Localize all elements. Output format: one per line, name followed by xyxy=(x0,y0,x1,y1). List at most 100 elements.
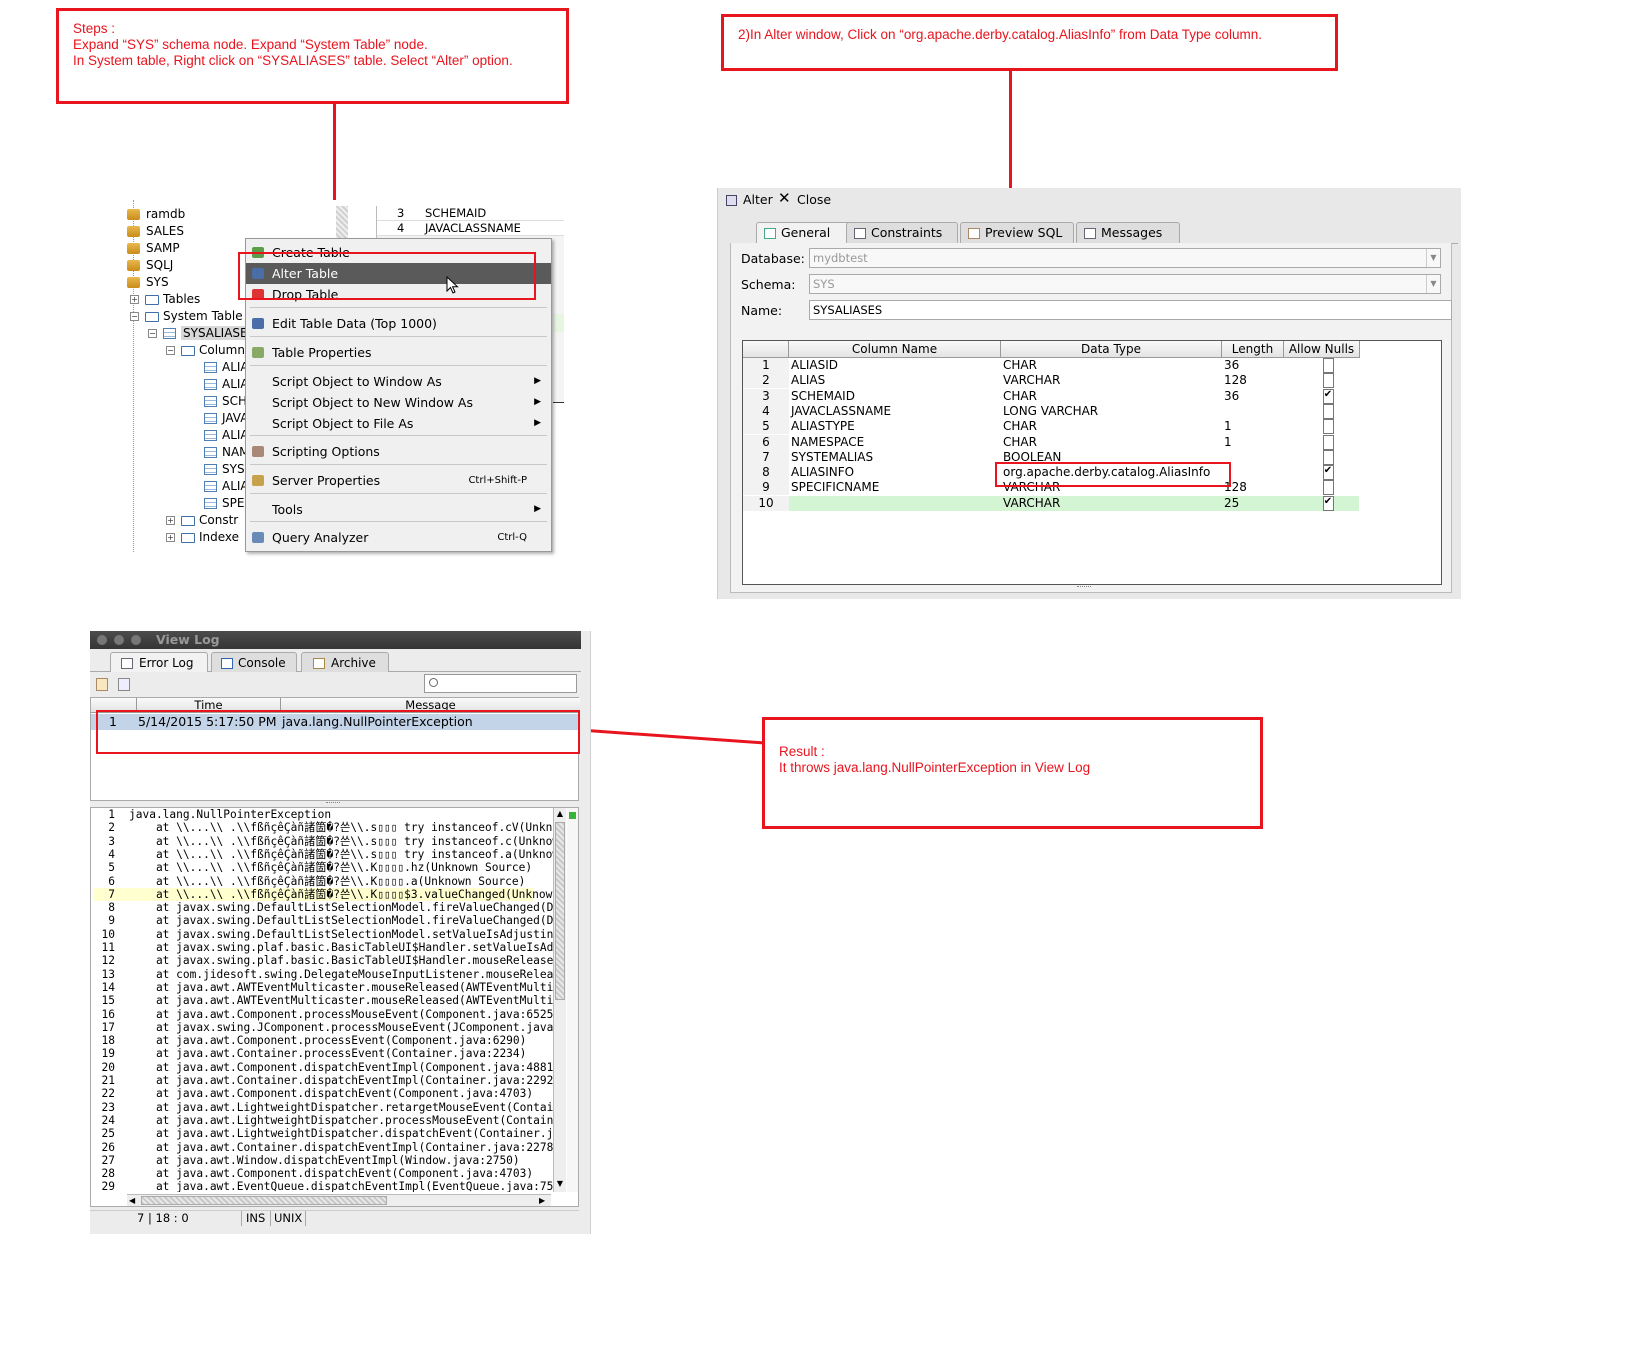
grid-cell-datatype[interactable]: VARCHAR xyxy=(1002,373,1222,388)
tree-node[interactable]: SPE xyxy=(204,495,244,512)
tree-node[interactable]: − SYSALIASE xyxy=(148,325,250,342)
allow-nulls-checkbox[interactable]: ✔ xyxy=(1322,388,1334,404)
grid-cell-column-name[interactable]: ALIASID xyxy=(790,358,1001,373)
grid-cell-length[interactable] xyxy=(1223,465,1284,480)
resize-grip[interactable] xyxy=(1077,586,1091,590)
grid-row[interactable]: 2 ALIAS VARCHAR 128 xyxy=(743,373,1359,389)
grid-cell-datatype[interactable]: CHAR xyxy=(1002,389,1222,404)
tree-node[interactable]: − Column xyxy=(166,342,245,359)
splitter-grip[interactable] xyxy=(326,802,340,805)
menu-item-scripting-options[interactable]: Scripting Options xyxy=(246,441,551,462)
copy-icon[interactable] xyxy=(118,678,130,691)
allow-nulls-checkbox[interactable] xyxy=(1322,358,1334,373)
scroll-left-arrow-icon[interactable]: ◀ xyxy=(129,1195,135,1206)
grid-cell-datatype[interactable]: VARCHAR xyxy=(1002,496,1222,511)
menu-item-server-properties[interactable]: Server Properties Ctrl+Shift-P xyxy=(246,470,551,491)
collapse-icon[interactable]: − xyxy=(166,346,175,355)
menu-item-table-properties[interactable]: Table Properties xyxy=(246,342,551,363)
editor-vertical-scrollbar[interactable]: ▲ ▼ xyxy=(553,808,566,1192)
scroll-up-arrow-icon[interactable]: ▲ xyxy=(554,808,566,820)
close-button[interactable]: Close xyxy=(797,192,831,207)
tree-node[interactable]: ALIA xyxy=(204,376,249,393)
window-close-icon[interactable] xyxy=(97,635,107,645)
grid-cell-column-name[interactable]: JAVACLASSNAME xyxy=(790,404,1001,419)
allow-nulls-checkbox[interactable] xyxy=(1322,373,1334,389)
tree-node[interactable]: + Indexe xyxy=(166,529,239,546)
allow-nulls-checkbox[interactable] xyxy=(1322,419,1334,435)
collapse-icon[interactable]: − xyxy=(148,329,157,338)
window-maximize-icon[interactable] xyxy=(131,635,141,645)
tree-node[interactable]: + Constr xyxy=(166,512,238,529)
grid-row[interactable]: 6 NAMESPACE CHAR 1 xyxy=(743,434,1359,450)
menu-item-script-object-to-new-window-as[interactable]: Script Object to New Window As ▶ xyxy=(246,392,551,413)
tab-preview-sql[interactable]: Preview SQL xyxy=(960,222,1074,243)
tree-node[interactable]: ramdb xyxy=(127,206,185,223)
grid-cell-datatype[interactable]: CHAR xyxy=(1002,419,1222,434)
column-header-allownulls[interactable]: Allow Nulls xyxy=(1284,341,1360,358)
menu-item-script-object-to-file-as[interactable]: Script Object to File As ▶ xyxy=(246,413,551,434)
collapse-icon[interactable]: − xyxy=(130,312,139,321)
log-search-input[interactable] xyxy=(424,674,577,693)
grid-cell-length[interactable]: 36 xyxy=(1223,389,1284,404)
grid-cell-length[interactable]: 1 xyxy=(1223,419,1284,434)
grid-cell-length[interactable] xyxy=(1223,450,1284,465)
h-scrollbar-thumb[interactable] xyxy=(141,1196,387,1205)
allow-nulls-checkbox[interactable] xyxy=(1322,403,1334,419)
tree-node[interactable]: + Tables xyxy=(130,291,200,308)
tab-console[interactable]: Console xyxy=(211,652,297,672)
column-header-name[interactable]: Column Name xyxy=(789,341,1001,358)
tab-archive[interactable]: Archive xyxy=(301,652,389,672)
grid-cell-length[interactable]: 36 xyxy=(1223,358,1284,373)
allow-nulls-checkbox[interactable] xyxy=(1322,480,1334,496)
expand-icon[interactable]: + xyxy=(166,533,175,542)
column-header-datatype[interactable]: Data Type xyxy=(1001,341,1222,358)
grid-cell-column-name[interactable]: ALIASINFO xyxy=(790,465,1001,480)
grid-cell-column-name[interactable] xyxy=(790,496,1001,511)
allow-nulls-checkbox[interactable] xyxy=(1322,449,1334,465)
edit-icon[interactable] xyxy=(96,678,108,691)
allow-nulls-checkbox[interactable]: ✔ xyxy=(1322,495,1334,511)
tree-node[interactable]: SYS xyxy=(127,274,169,291)
grid-cell-length[interactable]: 128 xyxy=(1223,373,1284,388)
menu-item-query-analyzer[interactable]: Query Analyzer Ctrl-Q xyxy=(246,527,551,548)
alter-button[interactable]: Alter xyxy=(743,192,773,207)
column-header-length[interactable]: Length xyxy=(1222,341,1284,358)
allow-nulls-checkbox[interactable]: ✔ xyxy=(1322,465,1334,481)
grid-cell-column-name[interactable]: SYSTEMALIAS xyxy=(790,450,1001,465)
tree-node[interactable]: SCH xyxy=(204,393,247,410)
grid-cell-datatype[interactable]: LONG VARCHAR xyxy=(1002,404,1222,419)
grid-row[interactable]: 10 VARCHAR 25 ✔ xyxy=(743,495,1359,512)
schema-field[interactable]: SYS ▼ xyxy=(809,274,1441,294)
grid-cell-datatype[interactable]: CHAR xyxy=(1002,435,1222,450)
tree-node[interactable]: − System Table xyxy=(130,308,243,325)
tab-error-log[interactable]: Error Log xyxy=(110,652,208,672)
editor-horizontal-scrollbar[interactable]: ◀ ▶ xyxy=(127,1194,551,1206)
scroll-down-arrow-icon[interactable]: ▼ xyxy=(554,1178,566,1190)
grid-cell-column-name[interactable]: SCHEMAID xyxy=(790,389,1001,404)
grid-cell-column-name[interactable]: SPECIFICNAME xyxy=(790,480,1001,495)
grid-cell-column-name[interactable]: NAMESPACE xyxy=(790,435,1001,450)
tree-node[interactable]: NAM xyxy=(204,444,250,461)
tab-messages[interactable]: Messages xyxy=(1076,222,1180,243)
tree-node[interactable]: ALIA xyxy=(204,427,249,444)
tree-node[interactable]: ALIA xyxy=(204,359,249,376)
grid-row[interactable]: 1 ALIASID CHAR 36 xyxy=(743,358,1359,373)
grid-row[interactable]: 4 JAVACLASSNAME LONG VARCHAR xyxy=(743,403,1359,419)
grid-cell-column-name[interactable]: ALIAS xyxy=(790,373,1001,388)
tree-node[interactable]: SALES xyxy=(127,223,184,240)
scrollbar-thumb[interactable] xyxy=(555,822,565,1000)
menu-item-tools[interactable]: Tools ▶ xyxy=(246,499,551,520)
menu-item-script-object-to-window-as[interactable]: Script Object to Window As ▶ xyxy=(246,371,551,392)
database-field[interactable]: mydbtest ▼ xyxy=(809,248,1441,268)
grid-cell-datatype[interactable]: CHAR xyxy=(1002,358,1222,373)
grid-row[interactable]: 5 ALIASTYPE CHAR 1 xyxy=(743,419,1359,435)
tree-node[interactable]: ALIA xyxy=(204,478,249,495)
name-field[interactable]: SYSALIASES xyxy=(809,300,1452,320)
grid-row[interactable]: 3 SCHEMAID CHAR 36 ✔ xyxy=(743,388,1359,404)
expand-icon[interactable]: + xyxy=(130,295,139,304)
allow-nulls-checkbox[interactable] xyxy=(1322,434,1334,450)
expand-icon[interactable]: + xyxy=(166,516,175,525)
grid-cell-length[interactable]: 1 xyxy=(1223,435,1284,450)
tree-node[interactable]: SAMP xyxy=(127,240,180,257)
window-minimize-icon[interactable] xyxy=(114,635,124,645)
